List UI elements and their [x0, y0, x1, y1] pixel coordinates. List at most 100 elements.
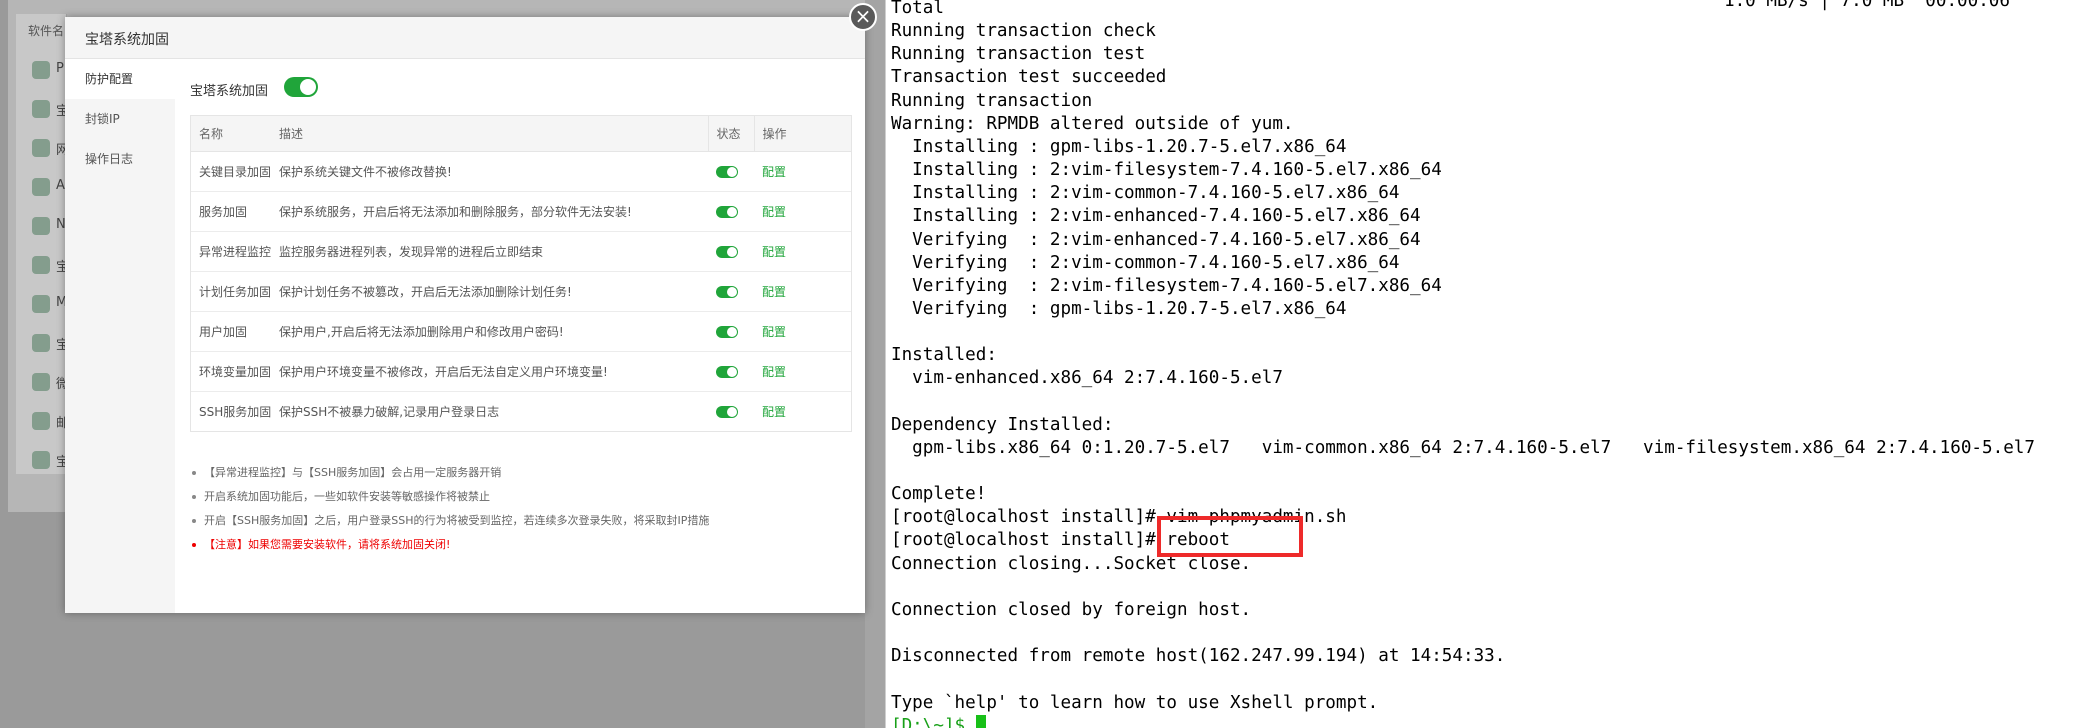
rule-name: 服务加固 — [191, 191, 271, 232]
rule-action-cell: 配置 — [754, 151, 851, 192]
rule-name: 异常进程监控 — [191, 231, 271, 272]
rule-name: 用户加固 — [191, 311, 271, 352]
software-list-item[interactable]: A — [26, 167, 66, 207]
toggle-knob — [727, 367, 737, 377]
terminal-line: Installing : gpm-libs-1.20.7-5.el7.x86_6… — [891, 136, 1347, 157]
link-icon — [32, 373, 50, 391]
dialog-header: 宝塔系统加固 — [65, 17, 865, 59]
apache-icon — [32, 178, 50, 196]
terminal-line: Warning: RPMDB altered outside of yum. — [891, 113, 1294, 134]
column-status-header: 状态 — [707, 116, 754, 152]
terminal-line: Complete! — [891, 484, 987, 505]
software-list-item[interactable]: P — [26, 50, 66, 90]
rule-name: 关键目录加固 — [191, 151, 271, 192]
rule-action-cell: 配置 — [754, 392, 851, 432]
notes-list: 【异常进程监控】与【SSH服务加固】会占用一定服务器开销 开启系统加固功能后，一… — [190, 461, 850, 557]
software-list-item[interactable]: N — [26, 206, 66, 246]
xshell-terminal[interactable]: 1.0 MB/s | 7.0 MB 00:00:06 Total Running … — [886, 0, 2079, 728]
rule-status-toggle[interactable] — [716, 206, 738, 218]
shield-icon — [32, 100, 50, 118]
terminal-line: Transaction test succeeded — [891, 67, 1167, 88]
rule-status-toggle[interactable] — [716, 326, 738, 338]
hardening-dialog: 宝塔系统加固 防护配置 封锁IP 操作日志 宝塔系统加固 名称 描述 状态 操作… — [65, 17, 865, 613]
nav-operation-log[interactable]: 操作日志 — [65, 139, 175, 179]
table-row: 计划任务加固 保护计划任务不被篡改，开启后无法添加删除计划任务! 配置 — [191, 271, 851, 312]
warning-note: 【注意】如果您需要安装软件，请将系统加固关闭! — [190, 533, 850, 557]
terminal-line: Running transaction test — [891, 44, 1146, 65]
panel-scroll-strip — [865, 0, 885, 728]
cloud-upload-icon — [32, 295, 50, 313]
toggle-knob — [727, 167, 737, 177]
rule-action-cell: 配置 — [754, 191, 851, 232]
rule-status-toggle[interactable] — [716, 406, 738, 418]
panel-background: 软件名 P宝网AN宝M宝微邮宝 宝塔系统加固 防护配置 封锁IP 操作日志 宝塔… — [0, 0, 885, 728]
rule-status-toggle[interactable] — [716, 166, 738, 178]
terminal-line: Total — [891, 0, 944, 18]
software-list-item[interactable]: 宝 — [26, 323, 66, 363]
table-row: 环境变量加固 保护用户环境变量不被修改，开启后无法自定义用户环境变量! 配置 — [191, 351, 851, 392]
toggle-knob — [727, 247, 737, 257]
terminal-line: gpm-libs.x86_64 0:1.20.7-5.el7 vim-commo… — [891, 437, 2035, 458]
software-list-header: 软件名 — [28, 24, 65, 38]
terminal-line: Installing : 2:vim-filesystem-7.4.160-5.… — [891, 160, 1442, 181]
column-desc-header: 描述 — [271, 116, 708, 152]
terminal-line: Verifying : 2:vim-common-7.4.160-5.el7.x… — [891, 252, 1400, 273]
software-list-item[interactable]: 网 — [26, 128, 66, 168]
software-list-item[interactable]: 宝 — [26, 89, 66, 129]
terminal-line: Disconnected from remote host(162.247.99… — [891, 646, 1506, 667]
configure-link[interactable]: 配置 — [762, 245, 786, 259]
rule-description: 保护系统关键文件不被修改替换! — [271, 151, 708, 192]
configure-link[interactable]: 配置 — [762, 205, 786, 219]
rule-action-cell: 配置 — [754, 311, 851, 352]
nav-block-ip[interactable]: 封锁IP — [65, 99, 175, 139]
hardening-toggle-switch[interactable] — [284, 77, 318, 97]
terminal-line: Connection closed by foreign host. — [891, 599, 1252, 620]
terminal-line: Installed: — [891, 345, 997, 366]
dialog-title: 宝塔系统加固 — [85, 32, 169, 48]
rule-status-cell — [708, 351, 754, 392]
configure-link[interactable]: 配置 — [762, 165, 786, 179]
dialog-sidebar: 防护配置 封锁IP 操作日志 — [65, 59, 175, 613]
software-list-item[interactable]: 邮 — [26, 401, 66, 441]
rule-status-toggle[interactable] — [716, 366, 738, 378]
nav-protection-config[interactable]: 防护配置 — [65, 59, 175, 99]
configure-link[interactable]: 配置 — [762, 405, 786, 419]
rule-action-cell: 配置 — [754, 271, 851, 312]
toggle-knob — [300, 79, 316, 95]
configure-link[interactable]: 配置 — [762, 365, 786, 379]
terminal-line: Verifying : 2:vim-filesystem-7.4.160-5.e… — [891, 275, 1442, 296]
xshell-prompt-line[interactable]: [D:\~]$ — [891, 714, 986, 728]
close-icon[interactable]: × — [849, 3, 877, 31]
rule-status-cell — [708, 191, 754, 232]
rule-status-toggle[interactable] — [716, 246, 738, 258]
nginx-icon — [32, 217, 50, 235]
software-list-item[interactable]: 宝 — [26, 440, 66, 480]
software-list-item-label: A — [56, 178, 65, 193]
rule-status-cell — [708, 271, 754, 312]
toggle-knob — [727, 287, 737, 297]
table-row: 服务加固 保护系统服务，开启后将无法添加和删除服务，部分软件无法安装! 配置 — [191, 191, 851, 232]
terminal-line: vim-enhanced.x86_64 2:7.4.160-5.el7 — [891, 368, 1283, 389]
table-header-row: 名称 描述 状态 操作 — [191, 116, 851, 152]
rule-name: SSH服务加固 — [199, 405, 271, 419]
monitor-icon — [32, 334, 50, 352]
protection-table: 名称 描述 状态 操作 关键目录加固 保护系统关键文件不被修改替换! 配置 服务加固保… — [190, 115, 852, 432]
terminal-line: Verifying : 2:vim-enhanced-7.4.160-5.el7… — [891, 229, 1421, 250]
configure-link[interactable]: 配置 — [762, 325, 786, 339]
hardening-toggle-label: 宝塔系统加固 — [190, 84, 269, 99]
table-row: 用户加固 保护用户,开启后将无法添加删除用户和修改用户密码! 配置 — [191, 311, 851, 352]
software-list-item-label: P — [56, 61, 64, 76]
software-list-item[interactable]: 宝 — [26, 245, 66, 285]
column-action-header: 操作 — [753, 116, 851, 152]
rule-status-toggle[interactable] — [716, 286, 738, 298]
xshell-prompt: [D:\~]$ — [891, 715, 976, 728]
terminal-line: Installing : 2:vim-common-7.4.160-5.el7.… — [891, 183, 1400, 204]
software-list-item[interactable]: M — [26, 284, 66, 324]
table-row: 异常进程监控 监控服务器进程列表，发现异常的进程后立即结束 配置 — [191, 231, 851, 272]
dialog-content: 宝塔系统加固 名称 描述 状态 操作 关键目录加固 保护系统关键文件不被修改替换!… — [175, 59, 865, 613]
terminal-line: Dependency Installed: — [891, 414, 1114, 435]
software-list-item[interactable]: 微 — [26, 362, 66, 402]
terminal-line: Installing : 2:vim-enhanced-7.4.160-5.el… — [891, 206, 1421, 227]
toggle-knob — [727, 407, 737, 417]
configure-link[interactable]: 配置 — [762, 285, 786, 299]
